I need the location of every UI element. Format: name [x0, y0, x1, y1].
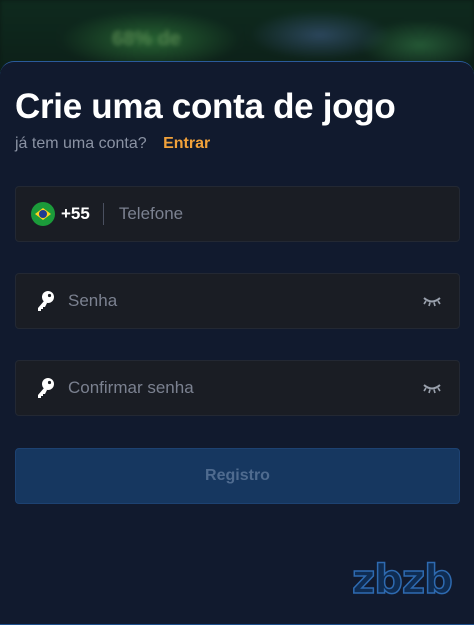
confirm-password-input[interactable]: [66, 377, 422, 399]
login-prompt: já tem uma conta? Entrar: [15, 135, 210, 153]
password-input[interactable]: [66, 290, 422, 312]
login-link[interactable]: Entrar: [163, 135, 210, 152]
register-sheet: Crie uma conta de jogo já tem uma conta?…: [0, 61, 474, 625]
page-title: Crie uma conta de jogo: [15, 87, 396, 126]
confirm-password-field[interactable]: [15, 360, 460, 416]
password-field[interactable]: [15, 273, 460, 329]
eye-closed-icon[interactable]: [422, 382, 442, 394]
phone-input[interactable]: [116, 203, 459, 225]
divider: [102, 203, 104, 225]
phone-field[interactable]: +55: [15, 186, 460, 242]
have-account-text: já tem uma conta?: [15, 135, 147, 152]
key-icon: [38, 291, 54, 311]
background-blurred-text: 68% de: [112, 28, 181, 50]
brand-watermark: zbzb: [351, 556, 453, 604]
brazil-flag-icon[interactable]: [31, 202, 55, 226]
register-button[interactable]: Registro: [15, 448, 460, 504]
key-icon: [38, 378, 54, 398]
country-code[interactable]: +55: [61, 204, 90, 224]
eye-closed-icon[interactable]: [422, 295, 442, 307]
